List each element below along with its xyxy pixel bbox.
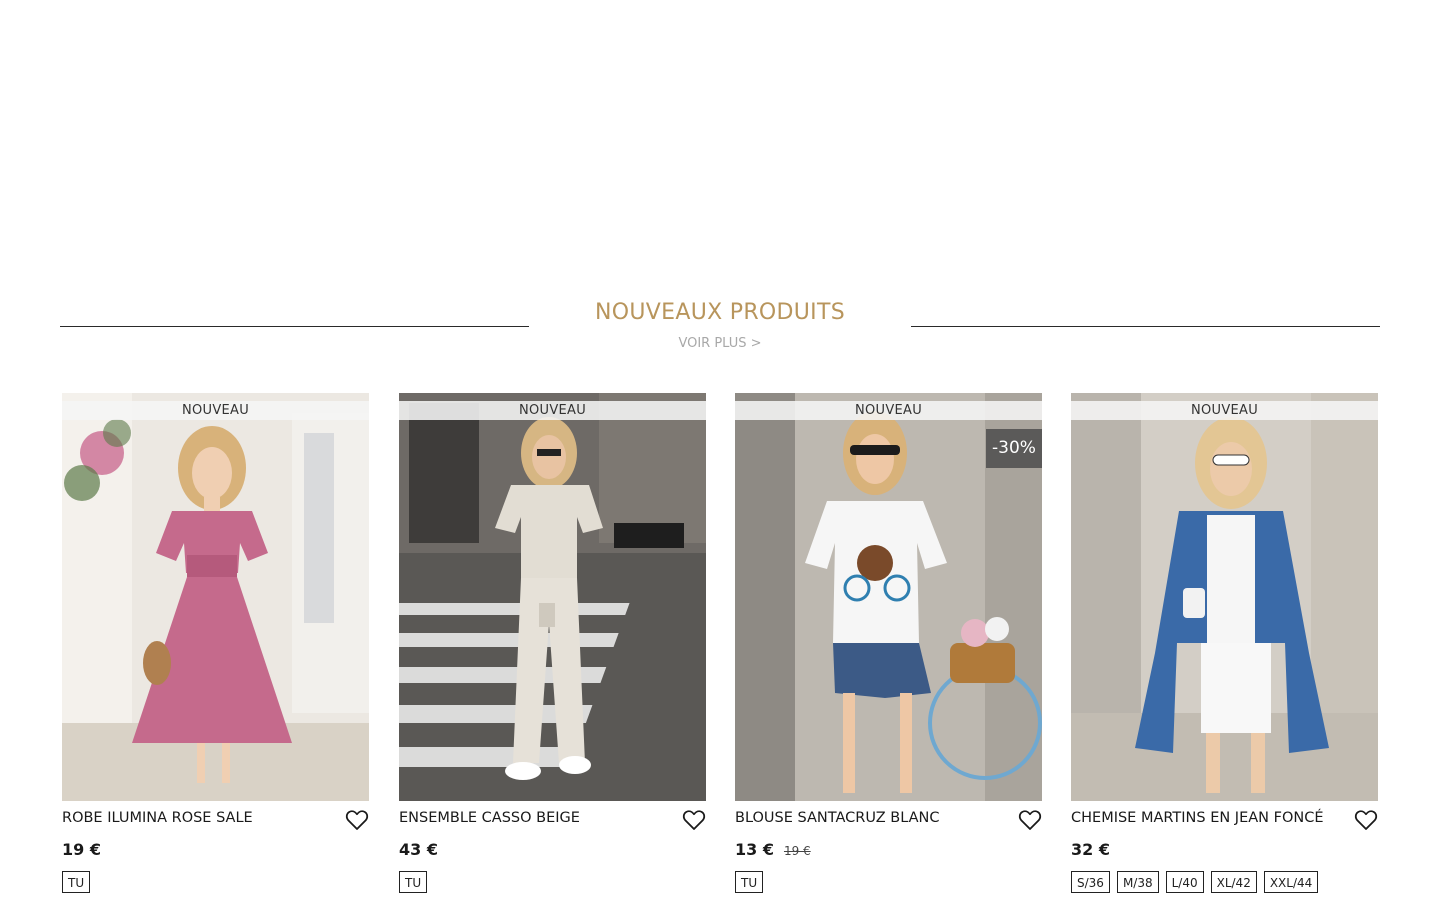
size-option[interactable]: TU [735, 871, 764, 893]
discount-badge: -30% [986, 429, 1042, 468]
size-list: TU [62, 871, 91, 893]
new-badge: NOUVEAU [735, 401, 1042, 420]
see-more-link[interactable]: VOIR PLUS > [60, 336, 1380, 351]
heart-outline-icon[interactable] [345, 809, 369, 831]
size-option[interactable]: TU [399, 871, 428, 893]
price-row: 13 € 19 € [735, 840, 811, 862]
heart-outline-icon[interactable] [1354, 809, 1378, 831]
price: 32 € [1071, 840, 1110, 859]
product-name[interactable]: CHEMISE MARTINS EN JEAN FONCÉ [1071, 810, 1341, 826]
size-option[interactable]: XXL/44 [1263, 871, 1319, 893]
product-name[interactable]: ROBE ILUMINA ROSE SALE [62, 810, 332, 826]
heart-outline-icon[interactable] [682, 809, 706, 831]
new-badge: NOUVEAU [1071, 401, 1378, 420]
price-row: 43 € [399, 840, 438, 862]
size-list: TU [735, 871, 764, 893]
price: 19 € [62, 840, 101, 859]
price: 13 € [735, 840, 774, 859]
divider-left [60, 326, 529, 327]
size-option[interactable]: S/36 [1071, 871, 1110, 893]
price: 43 € [399, 840, 438, 859]
new-badge: NOUVEAU [62, 401, 369, 420]
product-image[interactable]: NOUVEAU [1071, 393, 1378, 801]
product-photo [1071, 393, 1378, 801]
size-option[interactable]: TU [62, 871, 91, 893]
size-option[interactable]: XL/42 [1210, 871, 1257, 893]
product-image[interactable]: NOUVEAU -30% [735, 393, 1042, 801]
product-card: NOUVEAU ENSEMBLE CASSO BEIGE 43 € TU [399, 393, 706, 900]
size-option[interactable]: M/38 [1116, 871, 1159, 893]
divider-right [911, 326, 1380, 327]
heart-outline-icon[interactable] [1018, 809, 1042, 831]
product-name[interactable]: ENSEMBLE CASSO BEIGE [399, 810, 669, 826]
old-price: 19 € [783, 844, 811, 858]
product-card: NOUVEAU CHEMISE MARTINS EN JEAN FONCÉ 32… [1071, 393, 1378, 900]
product-card: NOUVEAU ROBE ILUMINA ROSE SALE 19 € TU [62, 393, 369, 900]
size-list: TU [399, 871, 428, 893]
section-title: NOUVEAUX PRODUITS [595, 300, 845, 325]
product-image[interactable]: NOUVEAU [399, 393, 706, 801]
new-badge: NOUVEAU [399, 401, 706, 420]
product-photo [399, 393, 706, 801]
product-photo [62, 393, 369, 801]
size-list: S/36 M/38 L/40 XL/42 XXL/44 [1071, 871, 1319, 893]
price-row: 32 € [1071, 840, 1110, 862]
price-row: 19 € [62, 840, 101, 862]
product-grid: NOUVEAU ROBE ILUMINA ROSE SALE 19 € TU N… [62, 393, 1378, 900]
size-option[interactable]: L/40 [1165, 871, 1204, 893]
section-header: NOUVEAUX PRODUITS VOIR PLUS > [60, 296, 1380, 360]
product-name[interactable]: BLOUSE SANTACRUZ BLANC [735, 810, 1005, 826]
product-image[interactable]: NOUVEAU [62, 393, 369, 801]
product-card: NOUVEAU -30% BLOUSE SANTACRUZ BLANC 13 €… [735, 393, 1042, 900]
